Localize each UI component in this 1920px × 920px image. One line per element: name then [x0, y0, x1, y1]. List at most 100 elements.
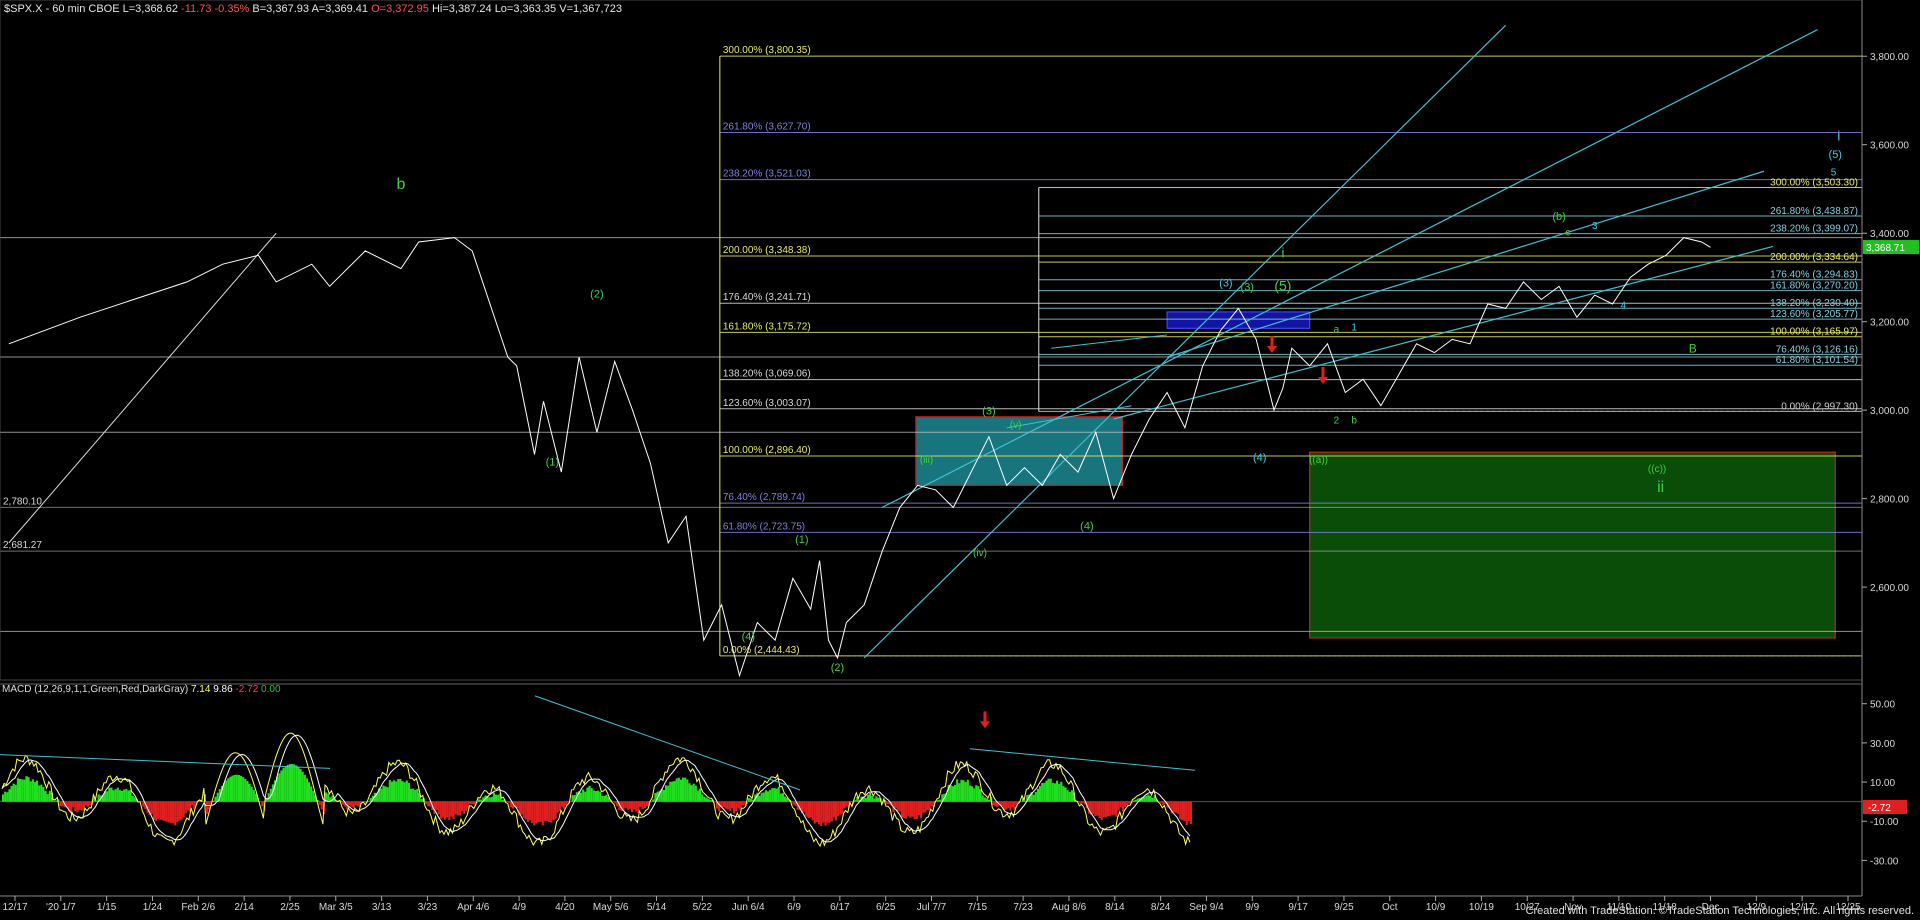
macd-histogram-bar — [288, 764, 291, 802]
macd-histogram-bar — [59, 801, 62, 807]
macd-histogram-bar — [594, 791, 597, 802]
macd-histogram-bar — [310, 786, 313, 802]
macd-histogram-bar — [356, 801, 359, 807]
macd-histogram-bar — [841, 801, 844, 814]
macd-histogram-bar — [248, 783, 251, 802]
macd-histogram-bar — [1111, 801, 1114, 816]
macd-histogram-bar — [242, 777, 245, 802]
macd-histogram-bar — [382, 785, 385, 802]
macd-histogram-bar — [1134, 799, 1137, 802]
macd-histogram-bar — [747, 798, 750, 802]
x-tick-label: 10/9 — [1426, 902, 1446, 913]
macd-histogram-bar — [155, 801, 158, 821]
macd-histogram-bar — [643, 801, 646, 809]
fib-right-label: 161.80% (3,270.20) — [1770, 281, 1858, 292]
macd-y-tick-label: 10.00 — [1870, 778, 1895, 789]
macd-histogram-bar — [690, 785, 693, 802]
macd-histogram-bar — [586, 787, 589, 802]
macd-histogram-bar — [792, 801, 795, 805]
x-tick-label: Jul 7/7 — [917, 902, 947, 913]
macd-histogram-bar — [233, 774, 236, 802]
macd-histogram-bar — [966, 779, 969, 802]
macd-histogram-bar — [182, 801, 185, 817]
macd-histogram-bar — [1049, 778, 1052, 802]
wave-label-cyan: 5 — [1831, 168, 1837, 179]
macd-histogram-bar — [877, 797, 880, 802]
macd-histogram-bar — [191, 801, 194, 806]
x-tick-label: 10/19 — [1469, 902, 1494, 913]
macd-histogram-bar — [805, 801, 808, 817]
macd-histogram-bar — [433, 801, 436, 814]
wave-label-cyan: 4 — [1620, 300, 1626, 311]
macd-histogram-bar — [864, 797, 867, 802]
macd-histogram-bar — [903, 801, 906, 819]
macd-histogram-bar — [592, 790, 595, 802]
macd-histogram-bar — [150, 801, 153, 815]
wave-label-green: (4) — [1080, 521, 1093, 533]
macd-histogram-bar — [709, 799, 712, 802]
macd-value-1: 7.14 — [190, 684, 211, 695]
macd-histogram-bar — [769, 789, 772, 802]
macd-histogram-bar — [556, 801, 559, 813]
x-tick-label: 7/23 — [1013, 902, 1033, 913]
macd-histogram-bar — [777, 786, 780, 802]
macd-histogram-bar — [1047, 778, 1050, 802]
trend-channel-line — [881, 29, 1818, 509]
trend-line-white — [8, 232, 277, 544]
macd-histogram-bar — [900, 801, 903, 818]
macd-histogram-bar — [327, 793, 330, 802]
macd-histogram-bar — [116, 787, 119, 802]
macd-histogram-bar — [529, 801, 532, 821]
macd-histogram-bar — [1121, 801, 1124, 812]
macd-histogram-bar — [726, 801, 729, 810]
macd-histogram-bar — [448, 801, 451, 820]
macd-histogram-bar — [898, 801, 901, 812]
macd-histogram-bar — [762, 792, 765, 802]
macd-histogram-bar — [764, 790, 767, 802]
red-arrow-icon — [1267, 336, 1277, 353]
macd-histogram-bar — [76, 801, 79, 813]
macd-histogram-bar — [250, 786, 253, 802]
macd-histogram-bar — [737, 801, 740, 808]
macd-value-4: 0.00 — [261, 684, 281, 695]
macd-histogram-bar — [36, 780, 39, 802]
macd-histogram-bar — [552, 801, 555, 821]
macd-histogram-bar — [501, 799, 504, 802]
y-tick-label: 3,600.00 — [1870, 141, 1909, 152]
macd-histogram-bar — [531, 801, 534, 823]
macd-histogram-bar — [172, 801, 175, 823]
macd-histogram-bar — [603, 795, 606, 802]
macd-histogram-bar — [89, 801, 92, 806]
macd-value-3: -2.72 — [235, 684, 259, 695]
x-tick-label: Feb 2/6 — [181, 902, 215, 913]
wave-label-green: b — [1351, 415, 1357, 426]
macd-histogram-bar — [915, 801, 918, 819]
macd-histogram-bar — [246, 781, 249, 802]
macd-histogram-bar — [580, 792, 583, 802]
macd-histogram-bar — [1096, 801, 1099, 816]
wave-label-cyan: i — [1837, 127, 1840, 143]
macd-histogram-bar — [1051, 782, 1054, 802]
macd-histogram-bar — [176, 801, 179, 823]
macd-trend-line — [0, 754, 331, 769]
macd-histogram-bar — [405, 780, 408, 802]
macd-histogram-bar — [696, 790, 699, 802]
macd-histogram-bar — [399, 778, 402, 802]
macd-histogram-bar — [775, 788, 778, 802]
macd-histogram-bar — [206, 801, 209, 815]
macd-histogram-bar — [299, 769, 302, 802]
macd-histogram-bar — [286, 764, 289, 802]
macd-histogram-bar — [244, 778, 247, 802]
macd-histogram-bar — [1113, 801, 1116, 815]
macd-histogram-bar — [667, 785, 670, 802]
fib-right-label: 138.20% (3,230.40) — [1770, 298, 1858, 309]
macd-histogram-bar — [949, 785, 952, 802]
fib-left-label: 61.80% (2,723.75) — [723, 521, 805, 532]
wave-label-green: (1) — [795, 534, 808, 546]
macd-histogram-bar — [911, 801, 914, 817]
macd-histogram-bar — [713, 801, 716, 803]
macd-histogram-bar — [845, 801, 848, 807]
macd-histogram-bar — [497, 794, 500, 802]
price-chart-svg[interactable]: 300.00% (3,800.35) 261.80% (3,627.70) 238.… — [0, 0, 1920, 920]
macd-histogram-bar — [926, 801, 929, 811]
